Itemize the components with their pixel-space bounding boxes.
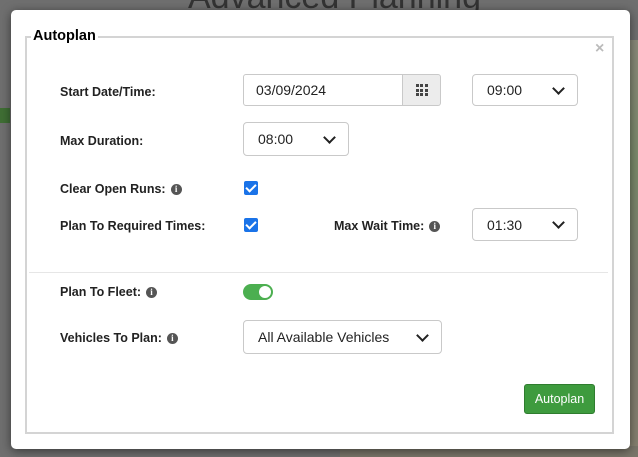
info-icon[interactable]: i: [146, 286, 158, 298]
autoplan-button[interactable]: Autoplan: [524, 384, 595, 414]
max-wait-time-label-text: Max Wait Time:: [334, 219, 425, 233]
calendar-grid-icon: [415, 84, 428, 96]
max-duration-label-text: Max Duration:: [60, 134, 144, 148]
vehicles-to-plan-label: Vehicles To Plan: i: [60, 331, 178, 345]
max-wait-time-label: Max Wait Time: i: [334, 219, 441, 233]
plan-required-times-checkbox[interactable]: [244, 218, 258, 232]
start-time-value: 09:00: [487, 82, 523, 98]
calendar-button[interactable]: [403, 74, 441, 106]
plan-to-fleet-label-text: Plan To Fleet:: [60, 285, 142, 299]
max-duration-value: 08:00: [258, 131, 294, 147]
chevron-down-icon: [552, 216, 565, 229]
info-icon[interactable]: i: [429, 220, 441, 232]
start-time-select[interactable]: 09:00: [472, 74, 578, 106]
section-divider: [29, 272, 608, 273]
vehicles-to-plan-select[interactable]: All Available Vehicles: [243, 320, 442, 354]
vehicles-to-plan-value: All Available Vehicles: [258, 329, 390, 345]
info-icon[interactable]: i: [166, 332, 178, 344]
plan-to-fleet-toggle[interactable]: [243, 284, 273, 300]
start-datetime-label: Start Date/Time:: [60, 85, 156, 99]
clear-open-runs-label-text: Clear Open Runs:: [60, 182, 166, 196]
chevron-down-icon: [323, 130, 336, 144]
checkmark-icon: [245, 218, 257, 230]
start-date-input[interactable]: 03/09/2024: [243, 74, 403, 106]
close-icon[interactable]: ×: [595, 41, 604, 57]
chevron-down-icon: [552, 81, 565, 95]
clear-open-runs-checkbox[interactable]: [244, 181, 258, 195]
max-duration-select[interactable]: 08:00: [243, 122, 349, 156]
checkmark-icon: [245, 181, 257, 193]
plan-required-times-label-text: Plan To Required Times:: [60, 219, 206, 233]
autoplan-modal: Autoplan × Start Date/Time: 03/09/2024 0…: [11, 10, 630, 449]
info-icon[interactable]: i: [170, 183, 182, 195]
plan-required-times-label: Plan To Required Times:: [60, 219, 205, 233]
toggle-knob: [259, 286, 271, 298]
max-duration-label: Max Duration:: [60, 134, 143, 148]
max-wait-time-select[interactable]: 01:30: [472, 208, 578, 241]
plan-to-fleet-label: Plan To Fleet: i: [60, 285, 158, 299]
background-left-panel: [0, 108, 10, 123]
clear-open-runs-label: Clear Open Runs: i: [60, 182, 182, 196]
chevron-down-icon: [416, 328, 429, 342]
start-datetime-label-text: Start Date/Time:: [60, 85, 156, 99]
dialog-title: Autoplan: [31, 28, 98, 44]
max-wait-time-value: 01:30: [487, 216, 523, 233]
vehicles-to-plan-label-text: Vehicles To Plan:: [60, 331, 162, 345]
